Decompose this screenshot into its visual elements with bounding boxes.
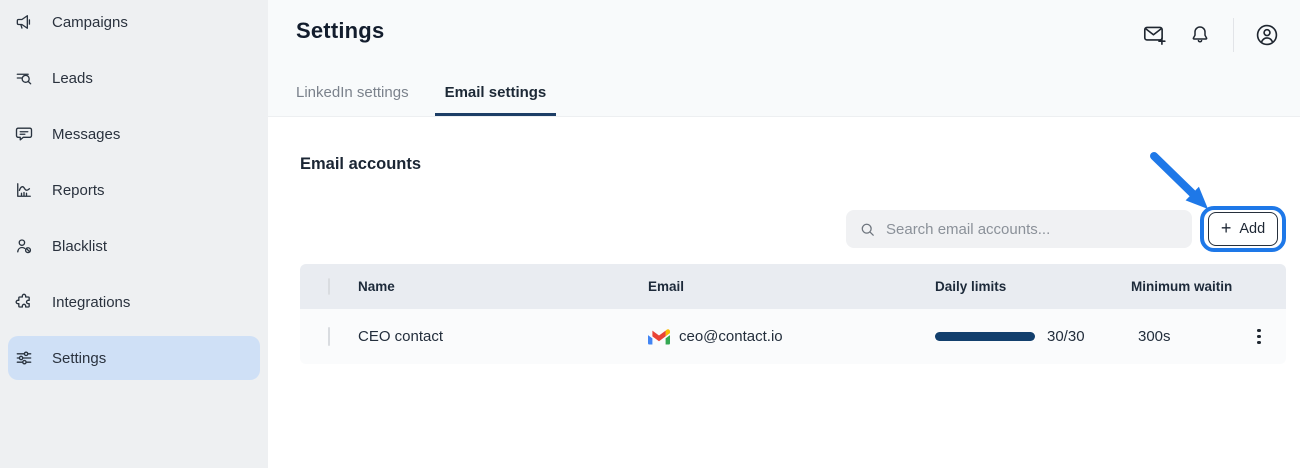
sidebar-item-label: Blacklist xyxy=(52,238,107,255)
sidebar: Campaigns Leads Messages Reports Blackli xyxy=(0,0,268,468)
sidebar-item-label: Integrations xyxy=(52,294,130,311)
blocked-user-icon xyxy=(14,236,34,256)
app-window: Campaigns Leads Messages Reports Blackli xyxy=(0,0,1300,468)
minimum-waiting-value: 300s xyxy=(1131,328,1232,345)
sidebar-item-label: Campaigns xyxy=(52,14,128,31)
row-checkbox[interactable] xyxy=(328,327,330,346)
page-header: Settings LinkedIn settings Email setting… xyxy=(268,0,1300,117)
tab-linkedin-settings[interactable]: LinkedIn settings xyxy=(296,84,409,116)
table-header-row: Name Email Daily limits Minimum waiting xyxy=(300,264,1286,309)
table-controls: + Add xyxy=(300,205,1286,253)
sidebar-item-blacklist[interactable]: Blacklist xyxy=(8,224,260,268)
select-all-checkbox[interactable] xyxy=(328,278,330,295)
topbar-icons xyxy=(1141,18,1280,52)
section-title: Email accounts xyxy=(300,155,1286,174)
gmail-icon xyxy=(648,328,670,345)
column-header-name: Name xyxy=(358,279,648,294)
table-row: CEO contact ceo@contact.io xyxy=(300,309,1286,364)
account-name: CEO contact xyxy=(358,328,648,345)
search-icon xyxy=(858,220,877,239)
sidebar-item-messages[interactable]: Messages xyxy=(8,112,260,156)
add-button[interactable]: + Add xyxy=(1208,212,1278,246)
account-email: ceo@contact.io xyxy=(679,328,783,345)
sidebar-item-integrations[interactable]: Integrations xyxy=(8,280,260,324)
search-list-icon xyxy=(14,68,34,88)
sidebar-item-leads[interactable]: Leads xyxy=(8,56,260,100)
row-actions-kebab-icon[interactable] xyxy=(1251,323,1267,351)
chat-bubble-icon xyxy=(14,124,34,144)
puzzle-icon xyxy=(14,292,34,312)
bell-icon[interactable] xyxy=(1187,22,1213,48)
plus-icon: + xyxy=(1221,219,1232,237)
search-box xyxy=(846,210,1192,248)
column-header-minimum-waiting: Minimum waiting xyxy=(1131,279,1232,294)
main-area: Settings LinkedIn settings Email setting… xyxy=(268,0,1300,468)
sidebar-item-label: Messages xyxy=(52,126,120,143)
column-header-email: Email xyxy=(648,279,935,294)
chart-icon xyxy=(14,180,34,200)
sidebar-item-label: Leads xyxy=(52,70,93,87)
mail-plus-icon[interactable] xyxy=(1141,22,1167,48)
sidebar-item-campaigns[interactable]: Campaigns xyxy=(8,0,260,44)
sidebar-item-reports[interactable]: Reports xyxy=(8,168,260,212)
add-button-label: Add xyxy=(1239,221,1265,237)
topbar-divider xyxy=(1233,18,1234,52)
sidebar-item-label: Settings xyxy=(52,350,106,367)
sidebar-item-label: Reports xyxy=(52,182,105,199)
page-title: Settings xyxy=(296,18,384,44)
add-button-annotation-ring: + Add xyxy=(1200,206,1286,252)
column-header-daily-limits: Daily limits xyxy=(935,279,1131,294)
sliders-icon xyxy=(14,348,34,368)
sidebar-item-settings[interactable]: Settings xyxy=(8,336,260,380)
tab-email-settings[interactable]: Email settings xyxy=(435,84,557,116)
email-accounts-table: Name Email Daily limits Minimum waiting … xyxy=(300,264,1286,364)
daily-limit-progress-bar xyxy=(935,332,1035,341)
user-avatar-icon[interactable] xyxy=(1254,22,1280,48)
search-input[interactable] xyxy=(886,221,1180,238)
daily-limit-value: 30/30 xyxy=(1047,328,1085,345)
megaphone-icon xyxy=(14,12,34,32)
email-settings-panel: Email accounts + Add xyxy=(268,155,1300,364)
settings-tabs: LinkedIn settings Email settings xyxy=(296,84,556,116)
